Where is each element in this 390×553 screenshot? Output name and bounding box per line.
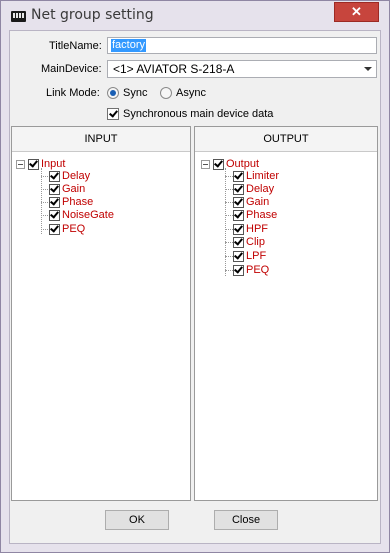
close-window-button[interactable]: ✕ — [334, 2, 379, 22]
input-peq-label: PEQ — [62, 223, 86, 235]
close-icon: ✕ — [351, 4, 362, 19]
async-radio-label: Async — [176, 87, 206, 99]
input-root-checkbox[interactable] — [28, 159, 39, 170]
collapse-icon[interactable] — [16, 160, 25, 169]
main-device-label: MainDevice: — [41, 63, 102, 75]
input-noisegate-label: NoiseGate — [62, 209, 114, 221]
input-phase-label: Phase — [62, 196, 94, 208]
app-icon — [11, 11, 26, 22]
async-radio[interactable] — [160, 87, 172, 99]
ok-button[interactable]: OK — [105, 510, 169, 530]
link-mode-label: Link Mode: — [46, 87, 100, 99]
main-device-select[interactable]: <1> AVIATOR S-218-A — [107, 60, 377, 78]
output-hpf-label: HPF — [246, 223, 268, 235]
output-hpf-checkbox[interactable] — [233, 224, 244, 235]
title-name-label: TitleName: — [49, 40, 102, 52]
output-limiter-checkbox[interactable] — [233, 171, 244, 182]
title-bar[interactable]: Net group setting ✕ — [1, 1, 389, 30]
sync-main-device-checkbox[interactable] — [107, 108, 119, 120]
title-name-input[interactable]: factory — [107, 37, 377, 54]
input-noisegate-checkbox[interactable] — [49, 210, 60, 221]
input-panel-header: INPUT — [12, 127, 190, 152]
input-gain-label: Gain — [62, 183, 86, 195]
input-delay-label: Delay — [62, 170, 91, 182]
output-delay-checkbox[interactable] — [233, 184, 244, 195]
output-limiter-label: Limiter — [246, 170, 280, 182]
output-lpf-checkbox[interactable] — [233, 251, 244, 262]
sync-radio[interactable] — [107, 87, 119, 99]
output-lpf-label: LPF — [246, 250, 267, 262]
output-delay-label: Delay — [246, 183, 275, 195]
window-title: Net group setting — [31, 7, 154, 23]
input-gain-checkbox[interactable] — [49, 184, 60, 195]
output-gain-label: Gain — [246, 196, 270, 208]
output-clip-label: Clip — [246, 236, 265, 248]
input-peq-checkbox[interactable] — [49, 224, 60, 235]
output-panel-header: OUTPUT — [195, 127, 377, 152]
output-phase-checkbox[interactable] — [233, 210, 244, 221]
input-delay-checkbox[interactable] — [49, 171, 60, 182]
output-panel: OUTPUT Output Limiter Delay Gain Phase H… — [194, 126, 378, 501]
output-peq-label: PEQ — [246, 264, 270, 276]
main-device-value: <1> AVIATOR S-218-A — [113, 62, 235, 76]
output-root-checkbox[interactable] — [213, 159, 224, 170]
output-gain-checkbox[interactable] — [233, 197, 244, 208]
sync-radio-label: Sync — [123, 87, 148, 99]
tree-line — [225, 168, 226, 276]
output-clip-checkbox[interactable] — [233, 237, 244, 248]
output-phase-label: Phase — [246, 209, 278, 221]
tree-line — [41, 168, 42, 234]
input-phase-checkbox[interactable] — [49, 197, 60, 208]
collapse-icon[interactable] — [201, 160, 210, 169]
sync-main-device-label: Synchronous main device data — [123, 108, 274, 120]
close-button[interactable]: Close — [214, 510, 278, 530]
input-panel: INPUT Input Delay Gain Phase NoiseGate P… — [11, 126, 191, 501]
title-name-value: factory — [111, 39, 147, 52]
output-peq-checkbox[interactable] — [233, 265, 244, 276]
chevron-down-icon[interactable] — [364, 67, 372, 71]
